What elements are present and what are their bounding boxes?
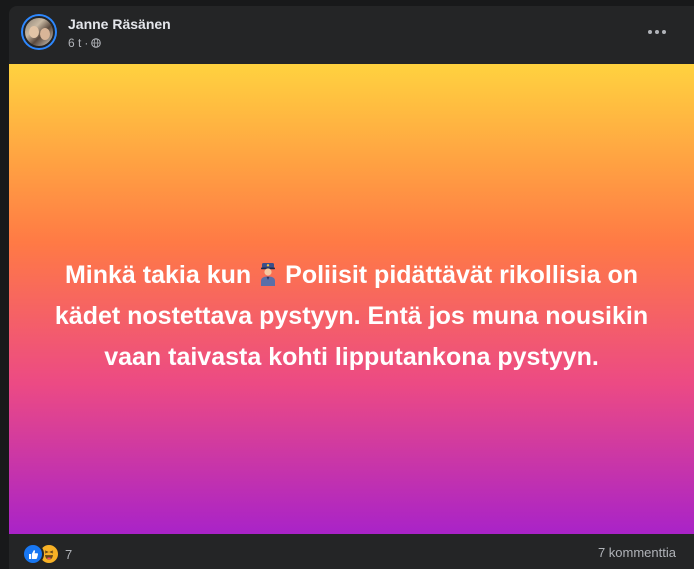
reactions-summary[interactable]: 7 [22, 543, 72, 565]
globe-icon [91, 38, 102, 48]
avatar-face [40, 28, 50, 40]
more-options-icon [655, 30, 659, 34]
reaction-count: 7 [65, 546, 73, 562]
post-message: Minkä takia kun Poliisit pidättävät riko… [32, 255, 672, 378]
post-text-card[interactable]: Minkä takia kun Poliisit pidättävät riko… [9, 64, 694, 534]
meta-separator: · [84, 36, 89, 50]
author-avatar[interactable] [21, 14, 57, 50]
post-meta: 6 t · [68, 36, 102, 50]
like-icon [22, 543, 44, 565]
more-options-button[interactable] [641, 18, 673, 46]
post-time[interactable]: 6 t [68, 36, 81, 50]
more-options-icon [648, 30, 652, 34]
post-header: Janne Räsänen 6 t · [9, 6, 694, 64]
comments-count-link[interactable]: 7 kommenttia [598, 545, 676, 560]
avatar-photo [23, 16, 55, 48]
author-name[interactable]: Janne Räsänen [68, 16, 171, 32]
more-options-icon [662, 30, 666, 34]
police-officer-emoji-icon [261, 262, 276, 286]
avatar-face [29, 26, 39, 38]
post-footer: 7 7 kommenttia [9, 534, 694, 569]
post-card: Janne Räsänen 6 t · Minkä takia kun Poli… [9, 6, 694, 569]
post-text-part: Minkä takia kun [64, 260, 252, 289]
